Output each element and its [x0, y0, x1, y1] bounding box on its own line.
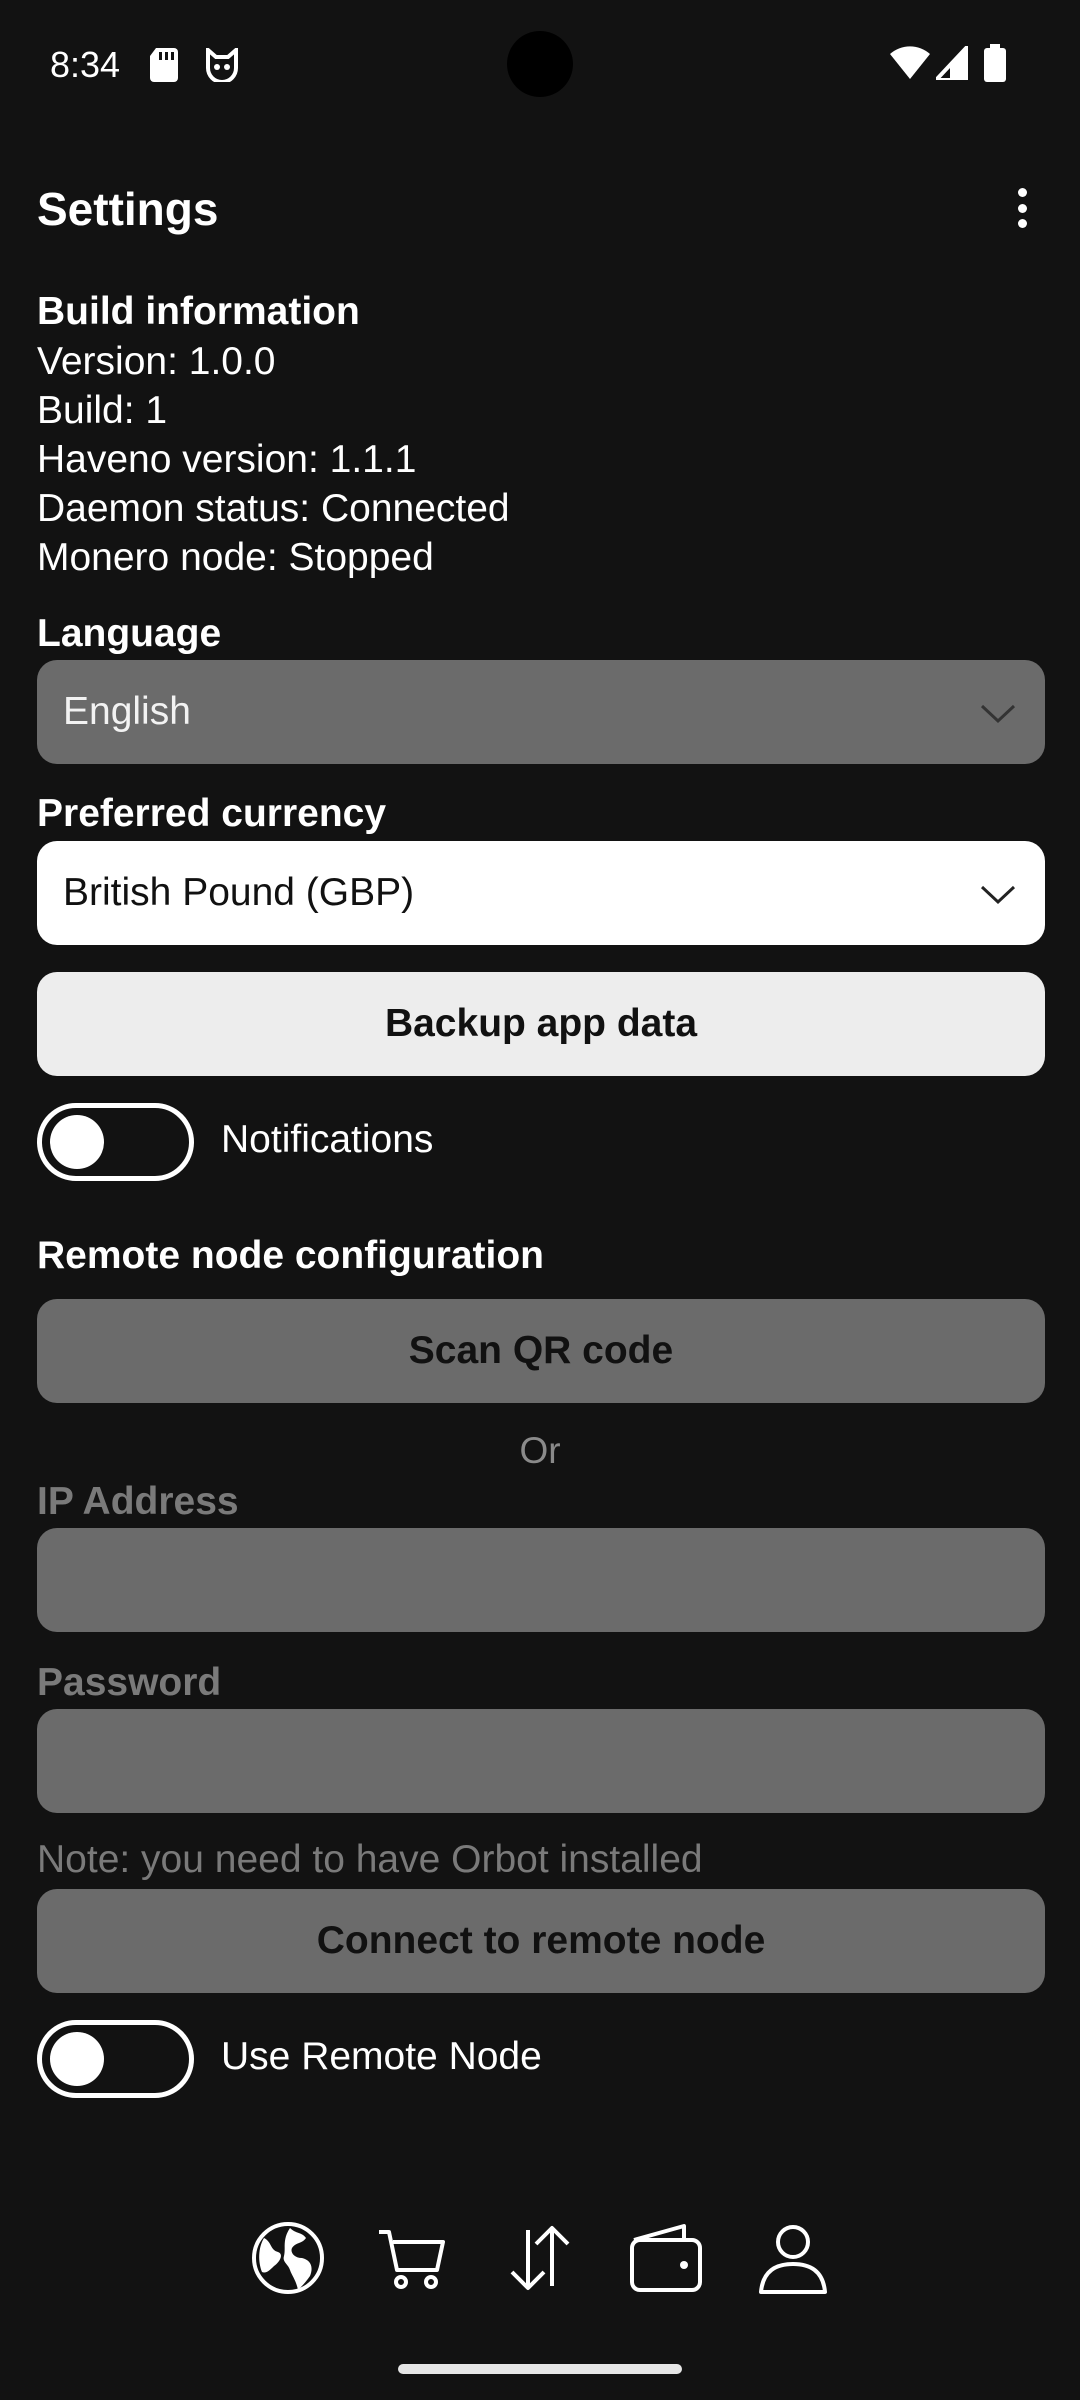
wifi-icon [890, 46, 930, 79]
battery-icon [984, 44, 1006, 82]
wallet-icon[interactable] [628, 2220, 704, 2296]
status-bar: 8:34 [0, 0, 1080, 130]
home-indicator[interactable] [398, 2364, 682, 2374]
language-value: English [63, 690, 191, 733]
build-text: Build: 1 [37, 389, 168, 432]
monero-node-text: Monero node: Stopped [37, 536, 434, 579]
currency-dropdown[interactable]: British Pound (GBP) [37, 841, 1045, 945]
ip-address-field[interactable] [37, 1528, 1045, 1632]
use-remote-node-label: Use Remote Node [221, 2035, 542, 2078]
sd-card-icon [150, 48, 178, 82]
version-text: Version: 1.0.0 [37, 340, 276, 383]
connect-remote-button[interactable]: Connect to remote node [37, 1889, 1045, 1993]
build-info-heading: Build information [37, 290, 360, 333]
toggle-knob [50, 2032, 104, 2086]
scan-qr-button[interactable]: Scan QR code [37, 1299, 1045, 1403]
page-title: Settings [37, 183, 219, 235]
chevron-down-icon [980, 704, 1016, 724]
notifications-label: Notifications [221, 1118, 434, 1161]
password-label: Password [37, 1661, 222, 1704]
signal-icon [936, 46, 968, 80]
language-label: Language [37, 612, 222, 655]
orbot-note: Note: you need to have Orbot installed [37, 1838, 703, 1881]
profile-icon[interactable] [755, 2220, 831, 2296]
notifications-toggle[interactable] [37, 1103, 194, 1181]
toggle-knob [50, 1115, 104, 1169]
currency-value: British Pound (GBP) [63, 871, 415, 914]
use-remote-node-toggle[interactable] [37, 2020, 194, 2098]
bottom-navigation [0, 2220, 1080, 2300]
or-separator: Or [519, 1430, 561, 1471]
password-field[interactable] [37, 1709, 1045, 1813]
backup-button[interactable]: Backup app data [37, 972, 1045, 1076]
front-camera [507, 31, 573, 97]
overflow-menu-icon[interactable] [1004, 180, 1040, 236]
language-dropdown[interactable]: English [37, 660, 1045, 764]
transfer-icon[interactable] [502, 2220, 578, 2296]
ip-address-label: IP Address [37, 1480, 239, 1523]
cart-icon[interactable] [375, 2220, 451, 2296]
haveno-version-text: Haveno version: 1.1.1 [37, 438, 417, 481]
daemon-status-text: Daemon status: Connected [37, 487, 510, 530]
cat-icon [206, 48, 238, 82]
remote-node-heading: Remote node configuration [37, 1234, 544, 1277]
status-time: 8:34 [50, 44, 121, 85]
globe-icon[interactable] [250, 2220, 326, 2296]
currency-label: Preferred currency [37, 792, 387, 835]
chevron-down-icon [980, 885, 1016, 905]
